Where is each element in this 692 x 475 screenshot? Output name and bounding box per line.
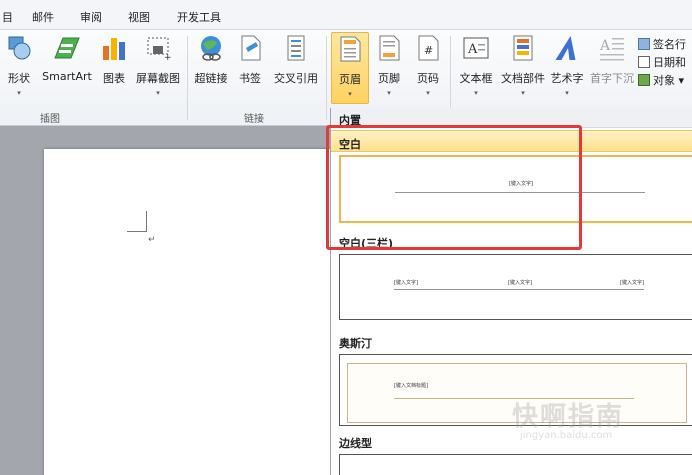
screenshot-icon: + [147,37,172,62]
header-rule [394,289,644,290]
dropdown-arrow-icon: ▾ [474,89,478,97]
svg-text:A: A [467,42,478,57]
margin-corner-mark [146,211,147,232]
chart-button[interactable]: 图表 [98,32,130,100]
menu-item-developer[interactable]: 开发工具 [177,9,221,25]
smartart-button[interactable]: SmartArt [40,32,94,100]
dropdown-arrow-icon: ▾ [156,89,160,97]
date-time-icon [638,56,650,68]
menu-item-review[interactable]: 审阅 [80,9,102,25]
wordart-button[interactable]: 艺术字 ▾ [549,32,585,100]
group-separator [326,36,327,120]
bookmark-icon [241,35,261,61]
signature-line-icon [638,38,650,50]
header-icon [340,36,361,62]
dropdown-arrow-icon: ▾ [426,89,430,97]
document-area: ↵ [0,126,332,475]
bookmark-button[interactable]: 书签 [234,32,266,100]
hyperlink-icon [201,36,221,61]
svg-text:#: # [424,44,433,57]
document-page[interactable]: ↵ [44,149,332,475]
paragraph-mark-icon: ↵ [148,235,156,245]
quick-parts-button[interactable]: 文档部件 ▾ [499,32,547,100]
shapes-icon [8,36,31,60]
group-label-links: 链接 [244,114,264,125]
footer-icon [379,35,400,61]
footer-button[interactable]: 页脚 ▾ [373,32,405,100]
watermark-url: jingyan.baidu.com [520,430,613,441]
svg-text:A: A [599,38,611,54]
svg-text:+: + [164,53,172,62]
chart-icon [103,38,125,60]
gallery-item-title-sideline[interactable]: 边线型 [331,430,692,452]
menu-item-partial[interactable]: 目 [2,9,13,25]
group-separator [187,36,188,120]
dropdown-arrow-icon: ▾ [675,74,685,87]
quick-parts-icon [513,35,533,61]
gallery-thumb-sideline[interactable] [339,454,692,475]
object-button[interactable]: 对象 ▾ [638,72,684,88]
cross-reference-button[interactable]: 交叉引用 [270,32,322,100]
annotation-highlight-box [326,125,582,250]
menu-bar: 目 邮件 审阅 视图 开发工具 [0,0,692,30]
group-label-illustrations: 插图 [40,114,60,125]
signature-line-button[interactable]: 签名行 [638,36,686,52]
dropdown-arrow-icon: ▾ [17,89,21,97]
hyperlink-button[interactable]: 超链接 [191,32,231,100]
dropdown-arrow-icon: ▾ [348,90,352,98]
header-button[interactable]: 页眉 ▾ [331,32,369,104]
dropdown-arrow-icon: ▾ [521,89,525,97]
dropdown-arrow-icon: ▾ [387,89,391,97]
textbox-icon: A [463,37,489,59]
screenshot-button[interactable]: + 屏幕截图 ▾ [133,32,183,100]
drop-cap-icon: A [599,38,624,61]
page-number-icon: # [418,35,439,61]
margin-corner-mark [127,231,147,232]
drop-cap-button[interactable]: A 首字下沉 [588,32,636,100]
menu-item-mailings[interactable]: 邮件 [32,9,54,25]
page-number-button[interactable]: # 页码 ▾ [412,32,444,100]
date-time-button[interactable]: 日期和 [638,54,686,70]
object-icon [638,74,650,86]
smartart-icon [54,37,80,59]
shapes-button[interactable]: 形状 ▾ [2,32,36,100]
menu-item-view[interactable]: 视图 [128,9,150,25]
wordart-icon [555,36,576,60]
watermark: 快啊指南 [512,402,625,432]
dropdown-arrow-icon: ▾ [565,89,569,97]
gallery-thumb-blank-three-column[interactable]: [键入文字] [键入文字] [键入文字] [339,254,692,320]
cross-reference-icon [287,35,305,61]
textbox-button[interactable]: A 文本框 ▾ [455,32,497,100]
gallery-item-title-austin[interactable]: 奥斯汀 [331,330,692,352]
